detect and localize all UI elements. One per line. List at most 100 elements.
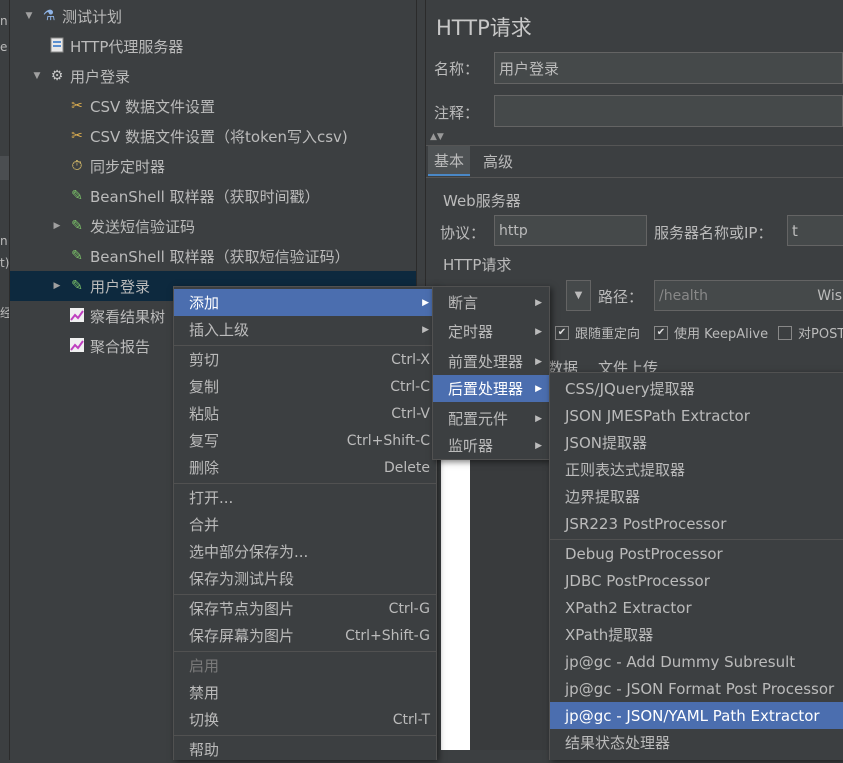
comment-label: 注释： bbox=[434, 104, 480, 122]
menu-item-label: XPath2 Extractor bbox=[565, 598, 692, 617]
context-menu: 添加 ▶ 插入上级 ▶ 剪切 Ctrl-X 复制 Ctrl-C 粘贴 Ctrl-V 复写 C… bbox=[173, 286, 437, 760]
menu-item-label: 添加 bbox=[189, 294, 220, 312]
menu-item-disable[interactable]: 禁用 bbox=[174, 679, 436, 706]
menu-item-pre-processors[interactable]: 前置处理器 ▶ bbox=[433, 348, 549, 375]
tree-node-test-plan[interactable]: ▼ ⚗ 测试计划 bbox=[24, 1, 122, 31]
menu-item-result-status-handler[interactable]: 结果状态处理器 bbox=[550, 729, 843, 756]
graph-icon bbox=[68, 337, 86, 355]
tree-node-csv-config[interactable]: ✂ CSV 数据文件设置 bbox=[68, 91, 215, 121]
menu-item-merge[interactable]: 合并 bbox=[174, 511, 436, 538]
collapsed-toggle-icon[interactable]: ▶ bbox=[52, 221, 62, 231]
tree-node-view-results[interactable]: 察看结果树 bbox=[68, 301, 165, 331]
tree-node-sync-timer[interactable]: ⏱ 同步定时器 bbox=[68, 151, 165, 181]
menu-item-json-yaml-path-extractor[interactable]: jp@gc - JSON/YAML Path Extractor bbox=[550, 702, 843, 729]
tree-node-send-sms[interactable]: ▶ ✎ 发送短信验证码 bbox=[52, 211, 195, 241]
submenu-arrow-icon: ▶ bbox=[535, 356, 542, 367]
menu-item-copy[interactable]: 复制 Ctrl-C bbox=[174, 373, 436, 400]
menu-item-add-dummy-subresult[interactable]: jp@gc - Add Dummy Subresult bbox=[550, 648, 843, 675]
menu-item-insert-parent[interactable]: 插入上级 ▶ bbox=[174, 316, 436, 343]
menu-item-label: 复写 bbox=[189, 432, 220, 450]
menu-item-json-format-post-processor[interactable]: jp@gc - JSON Format Post Processor bbox=[550, 675, 843, 702]
wrench-icon: ✂ bbox=[71, 128, 83, 144]
menu-item-save-selection[interactable]: 选中部分保存为... bbox=[174, 538, 436, 565]
tree-node-beanshell-timestamp[interactable]: ✎ BeanShell 取样器（获取时间戳） bbox=[68, 181, 319, 211]
tree-node-csv-config-token[interactable]: ✂ CSV 数据文件设置（将token写入csv) bbox=[68, 121, 348, 151]
menu-item-jsr223-postprocessor[interactable]: JSR223 PostProcessor bbox=[550, 510, 843, 537]
protocol-field[interactable]: http bbox=[494, 215, 647, 246]
submenu-arrow-icon: ▶ bbox=[422, 324, 429, 335]
expanded-toggle-icon[interactable]: ▼ bbox=[24, 11, 34, 21]
menu-item-timers[interactable]: 定时器 ▶ bbox=[433, 318, 549, 345]
checkbox-checked-icon: ✔ bbox=[555, 325, 569, 340]
tree-node-beanshell-sms[interactable]: ✎ BeanShell 取样器（获取短信验证码） bbox=[68, 241, 349, 271]
menu-item-label: 启用 bbox=[189, 657, 220, 675]
follow-redirects-checkbox[interactable]: ✔ 跟随重定向 bbox=[555, 323, 640, 342]
menu-item-json-extractor[interactable]: JSON提取器 bbox=[550, 429, 843, 456]
path-tail: Wis bbox=[817, 287, 842, 304]
method-dropdown[interactable]: ▼ bbox=[566, 280, 591, 311]
menu-item-post-processors[interactable]: 后置处理器 ▶ bbox=[433, 375, 549, 402]
divider bbox=[426, 177, 843, 178]
submenu-arrow-icon: ▶ bbox=[535, 383, 542, 394]
menu-item-duplicate[interactable]: 复写 Ctrl+Shift-C bbox=[174, 427, 436, 454]
menu-item-xpath2-extractor[interactable]: XPath2 Extractor bbox=[550, 594, 843, 621]
menu-item-label: 合并 bbox=[189, 516, 220, 534]
server-field[interactable]: t bbox=[787, 215, 843, 246]
gear-icon: ⚙ bbox=[50, 68, 64, 84]
tree-node-label: 用户登录 bbox=[90, 277, 151, 296]
menu-item-add[interactable]: 添加 ▶ bbox=[174, 289, 436, 316]
menu-item-json-jmespath-extractor[interactable]: JSON JMESPath Extractor bbox=[550, 402, 843, 429]
tree-node-thread-group[interactable]: ▼ ⚙ 用户登录 bbox=[32, 61, 130, 91]
menu-item-label: JSON提取器 bbox=[565, 434, 647, 452]
strip-highlight bbox=[0, 156, 9, 180]
tab-advanced[interactable]: 高级 bbox=[477, 146, 519, 176]
menu-item-regex-extractor[interactable]: 正则表达式提取器 bbox=[550, 456, 843, 483]
tree-node-label: CSV 数据文件设置 bbox=[90, 97, 216, 116]
menu-item-xpath-extractor[interactable]: XPath提取器 bbox=[550, 621, 843, 648]
shortcut: Ctrl-T bbox=[392, 711, 430, 728]
menu-item-delete[interactable]: 删除 Delete bbox=[174, 454, 436, 481]
menu-item-label: jp@gc - JSON Format Post Processor bbox=[565, 679, 835, 698]
menu-item-paste[interactable]: 粘贴 Ctrl-V bbox=[174, 400, 436, 427]
menu-item-help[interactable]: 帮助 bbox=[174, 736, 436, 763]
menu-item-debug-postprocessor[interactable]: Debug PostProcessor bbox=[550, 540, 843, 567]
menu-item-enable: 启用 bbox=[174, 652, 436, 679]
collapsed-toggle-icon[interactable]: ▶ bbox=[52, 281, 62, 291]
path-field[interactable]: /health Wis bbox=[654, 280, 843, 311]
tree-node-http-proxy[interactable]: HTTP代理服务器 bbox=[48, 31, 183, 61]
menu-item-assertions[interactable]: 断言 ▶ bbox=[433, 289, 549, 316]
menu-item-save-fragment[interactable]: 保存为测试片段 bbox=[174, 565, 436, 592]
tree-node-label: HTTP代理服务器 bbox=[70, 37, 184, 56]
menu-item-save-screen-image[interactable]: 保存屏幕为图片 Ctrl+Shift-G bbox=[174, 622, 436, 649]
tree-node-aggregate-report[interactable]: 聚合报告 bbox=[68, 331, 150, 361]
menu-item-label: 正则表达式提取器 bbox=[565, 461, 686, 479]
menu-item-config-elements[interactable]: 配置元件 ▶ bbox=[433, 405, 549, 432]
menu-item-label: 打开... bbox=[189, 489, 234, 507]
comment-field[interactable] bbox=[494, 95, 843, 127]
menu-item-listeners[interactable]: 监听器 ▶ bbox=[433, 432, 549, 459]
strip-fragment: t) bbox=[0, 256, 10, 270]
menu-item-open[interactable]: 打开... bbox=[174, 484, 436, 511]
keepalive-checkbox[interactable]: ✔ 使用 KeepAlive bbox=[654, 323, 768, 342]
menu-item-label: 监听器 bbox=[448, 437, 494, 455]
post-multipart-checkbox[interactable]: 对POST bbox=[778, 323, 843, 342]
collapse-arrows-icon[interactable]: ▲▼ bbox=[430, 132, 444, 142]
tab-basic[interactable]: 基本 bbox=[428, 146, 471, 176]
tree-node-label: 察看结果树 bbox=[90, 307, 166, 326]
path-value: /health bbox=[659, 287, 709, 304]
menu-item-label: JSR223 PostProcessor bbox=[565, 514, 727, 533]
menu-item-save-node-image[interactable]: 保存节点为图片 Ctrl-G bbox=[174, 595, 436, 622]
menu-item-toggle[interactable]: 切换 Ctrl-T bbox=[174, 706, 436, 733]
menu-item-label: 切换 bbox=[189, 711, 220, 729]
menu-item-jdbc-postprocessor[interactable]: JDBC PostProcessor bbox=[550, 567, 843, 594]
tree-node-label: 测试计划 bbox=[62, 7, 123, 26]
body-editor-area[interactable] bbox=[470, 460, 549, 750]
name-field[interactable]: 用户登录 bbox=[494, 52, 843, 84]
menu-item-label: CSS/JQuery提取器 bbox=[565, 380, 695, 398]
menu-item-cut[interactable]: 剪切 Ctrl-X bbox=[174, 346, 436, 373]
pipette-icon: ✎ bbox=[71, 278, 83, 294]
menu-item-boundary-extractor[interactable]: 边界提取器 bbox=[550, 483, 843, 510]
path-label: 路径： bbox=[598, 288, 644, 306]
expanded-toggle-icon[interactable]: ▼ bbox=[32, 71, 42, 81]
menu-item-css-jquery-extractor[interactable]: CSS/JQuery提取器 bbox=[550, 375, 843, 402]
